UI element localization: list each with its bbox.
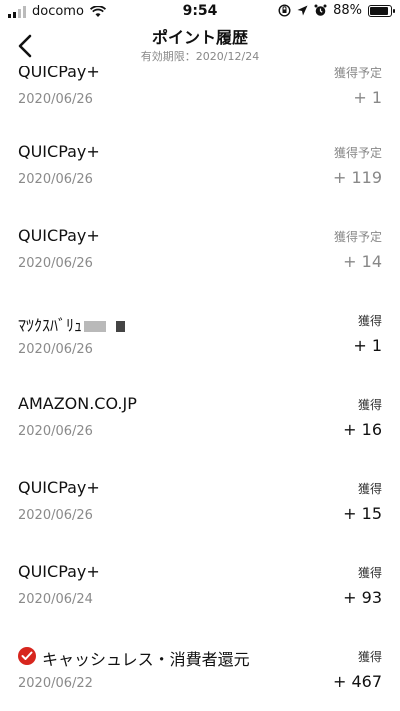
list-item[interactable]: QUICPay+ 2020/06/26 獲得予定 + 14	[0, 226, 400, 304]
nav-bar: ポイント履歴 有効期限：2020/12/24	[0, 24, 400, 66]
points-value: + 467	[332, 672, 382, 691]
battery-icon	[368, 4, 395, 17]
orientation-lock-icon	[278, 4, 291, 17]
list-item[interactable]: QUICPay+ 2020/06/26 獲得 + 15	[0, 478, 400, 556]
status-label: 獲得	[357, 566, 382, 580]
merchant-name: QUICPay+	[18, 226, 100, 245]
merchant-name: QUICPay+	[18, 562, 100, 581]
transaction-date: 2020/06/26	[18, 342, 93, 357]
list-item[interactable]: ﾏﾂｸｽﾊﾞﾘｭ 2020/06/26 獲得 + 1	[0, 310, 400, 388]
document-icon	[116, 321, 126, 332]
list-item[interactable]: QUICPay+ 2020/06/26 獲得予定 + 1	[0, 66, 400, 140]
check-badge-icon	[18, 647, 36, 665]
merchant-name: AMAZON.CO.JP	[18, 394, 137, 413]
points-value: + 93	[343, 588, 382, 607]
transaction-date: 2020/06/26	[18, 424, 93, 439]
status-bar: docomo 9:54 88%	[0, 0, 400, 24]
points-history-list[interactable]: QUICPay+ 2020/06/26 獲得予定 + 1 QUICPay+ 20…	[0, 66, 400, 711]
points-value: + 16	[343, 420, 382, 439]
merchant-name: QUICPay+	[18, 66, 100, 81]
status-label: 獲得	[357, 314, 382, 328]
list-item[interactable]: QUICPay+ 2020/06/26 獲得予定 + 119	[0, 142, 400, 220]
list-item[interactable]: QUICPay+ 2020/06/24 獲得 + 93	[0, 562, 400, 640]
points-value: + 119	[332, 168, 382, 187]
merchant-name: QUICPay+	[18, 478, 100, 497]
status-label: 獲得	[357, 482, 382, 496]
status-label: 獲得予定	[333, 66, 382, 80]
points-value: + 15	[343, 504, 382, 523]
transaction-date: 2020/06/22	[18, 676, 93, 691]
expiry-subtitle: 有効期限：2020/12/24	[140, 50, 260, 63]
merchant-name: キャッシュレス・消費者還元	[42, 650, 250, 669]
battery-percent: 88%	[333, 3, 362, 18]
status-label: 獲得	[357, 650, 382, 664]
list-item[interactable]: キャッシュレス・消費者還元 2020/06/22 獲得 + 467	[0, 646, 400, 711]
list-item[interactable]: AMAZON.CO.JP 2020/06/26 獲得 + 16	[0, 394, 400, 472]
status-label: 獲得予定	[333, 146, 382, 160]
status-label: 獲得予定	[333, 230, 382, 244]
merchant-name-row: ﾏﾂｸｽﾊﾞﾘｭ	[18, 312, 126, 336]
points-value: + 14	[343, 252, 382, 271]
location-icon	[297, 5, 308, 16]
transaction-date: 2020/06/26	[18, 508, 93, 523]
transaction-date: 2020/06/26	[18, 172, 93, 187]
redacted-text	[84, 321, 107, 332]
transaction-date: 2020/06/26	[18, 92, 93, 107]
points-value: + 1	[353, 88, 382, 107]
points-value: + 1	[353, 336, 382, 355]
status-label: 獲得	[357, 398, 382, 412]
page-title: ポイント履歴	[151, 28, 248, 47]
alarm-icon	[314, 4, 327, 16]
status-right: 88%	[278, 3, 395, 18]
merchant-name: ﾏﾂｸｽﾊﾞﾘｭ	[18, 316, 83, 335]
transaction-date: 2020/06/24	[18, 592, 93, 607]
merchant-name: QUICPay+	[18, 142, 100, 161]
transaction-date: 2020/06/26	[18, 256, 93, 271]
